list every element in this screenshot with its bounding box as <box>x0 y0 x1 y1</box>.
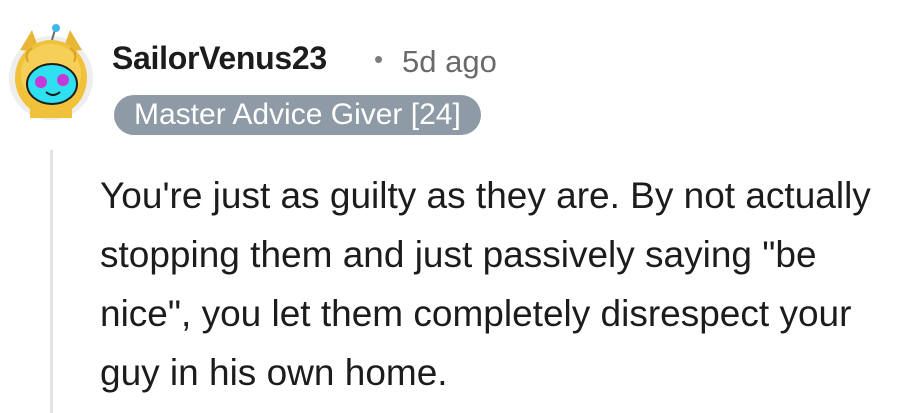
avatar-icon <box>9 24 93 120</box>
user-flair-badge: Master Advice Giver [24] <box>114 95 481 135</box>
author-username[interactable]: SailorVenus23 <box>112 40 327 77</box>
comment-body: You're just as guilty as they are. By no… <box>100 175 871 393</box>
timestamp[interactable]: 5d ago <box>402 44 497 80</box>
comment: SailorVenus23 • 5d ago Master Advice Giv… <box>0 0 905 413</box>
meta-separator: • <box>374 44 384 74</box>
avatar[interactable] <box>8 22 94 122</box>
thread-collapse-line[interactable] <box>50 150 53 413</box>
